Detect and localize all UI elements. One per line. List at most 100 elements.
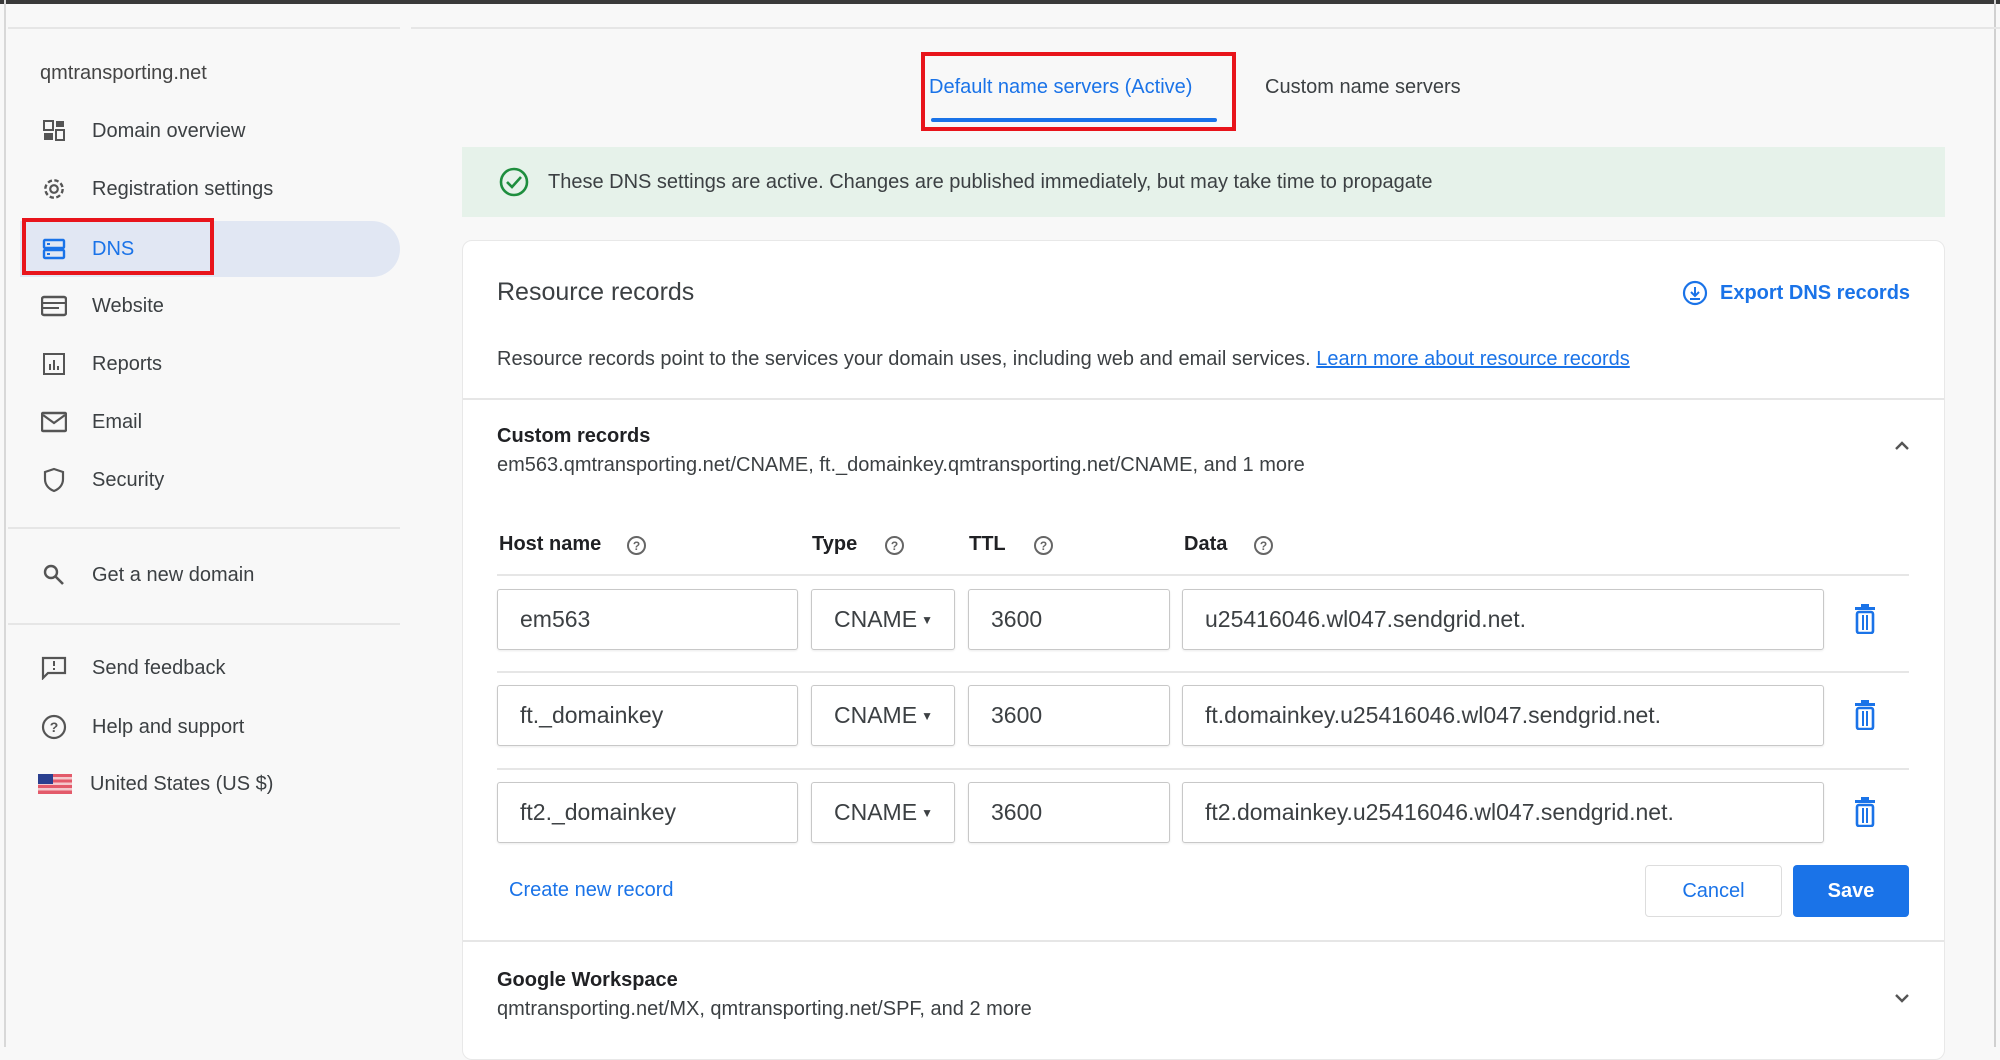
status-banner: These DNS settings are active. Changes a… (462, 147, 1945, 217)
trash-icon[interactable] (1853, 700, 1877, 735)
sidebar-item-label: Domain overview (92, 119, 246, 142)
download-icon (1682, 280, 1708, 306)
help-icon[interactable]: ? (885, 536, 904, 555)
sidebar-item-label: Website (92, 294, 164, 317)
sidebar-divider (8, 623, 400, 625)
header-divider (497, 574, 1909, 576)
domain-name: qmtransporting.net (40, 62, 207, 84)
ttl-input[interactable]: 3600 (968, 589, 1170, 650)
check-circle-icon (498, 166, 530, 198)
feedback-icon (40, 654, 68, 682)
host-value: em563 (520, 606, 591, 632)
region-selector[interactable]: United States (US $) (20, 756, 400, 812)
export-dns-records-button[interactable]: Export DNS records (1682, 280, 1910, 306)
sidebar-item-label: Send feedback (92, 656, 226, 679)
google-workspace-summary: qmtransporting.net/MX, qmtransporting.ne… (497, 998, 1032, 1020)
ttl-value: 3600 (991, 799, 1043, 825)
ttl-input[interactable]: 3600 (968, 685, 1170, 746)
host-name-input[interactable]: ft._domainkey (497, 685, 798, 746)
header-ttl: TTL (969, 533, 1006, 555)
sidebar-item-label: Email (92, 410, 143, 433)
data-value: ft2.domainkey.u25416046.wl047.sendgrid.n… (1205, 799, 1674, 825)
website-icon (40, 292, 68, 320)
data-input[interactable]: ft2.domainkey.u25416046.wl047.sendgrid.n… (1182, 782, 1824, 843)
sidebar-item-label: Security (92, 468, 165, 491)
google-workspace-title: Google Workspace (497, 969, 678, 991)
help-icon[interactable]: ? (627, 536, 646, 555)
sidebar-item-label: Registration settings (92, 177, 274, 200)
highlight-box-dns (22, 218, 214, 275)
main-top-divider (411, 27, 2000, 29)
sidebar-item-label: Help and support (92, 715, 245, 738)
host-name-input[interactable]: em563 (497, 589, 798, 650)
dropdown-arrow-icon: ▼ (921, 708, 933, 723)
chevron-up-icon[interactable] (1892, 436, 1912, 461)
sidebar-item-registration-settings[interactable]: Registration settings (20, 161, 400, 217)
tab-custom-name-servers[interactable]: Custom name servers (1265, 76, 1461, 99)
host-value: ft._domainkey (520, 702, 664, 728)
sidebar-item-website[interactable]: Website (20, 278, 400, 334)
dashboard-icon (40, 117, 68, 145)
sidebar-item-label: United States (US $) (90, 772, 274, 795)
chevron-down-icon[interactable] (1892, 988, 1912, 1013)
chart-icon (40, 350, 68, 378)
data-value: u25416046.wl047.sendgrid.net. (1205, 606, 1526, 632)
resource-description: Resource records point to the services y… (497, 348, 1630, 371)
sidebar-item-reports[interactable]: Reports (20, 336, 400, 392)
export-label: Export DNS records (1720, 281, 1911, 304)
send-feedback-link[interactable]: Send feedback (20, 640, 400, 696)
search-icon (40, 561, 68, 589)
get-new-domain-link[interactable]: Get a new domain (20, 547, 400, 603)
custom-records-title: Custom records (497, 425, 651, 447)
sidebar-item-label: Reports (92, 352, 163, 375)
create-new-record-button[interactable]: Create new record (509, 879, 674, 902)
highlight-box-default-tab (921, 52, 1236, 131)
help-icon[interactable]: ? (1034, 536, 1053, 555)
type-value: CNAME (834, 702, 918, 728)
data-value: ft.domainkey.u25416046.wl047.sendgrid.ne… (1205, 702, 1662, 728)
header-type: Type (812, 533, 858, 555)
ttl-input[interactable]: 3600 (968, 782, 1170, 843)
svg-text:?: ? (50, 719, 59, 735)
host-name-input[interactable]: ft2._domainkey (497, 782, 798, 843)
save-button[interactable]: Save (1793, 865, 1909, 917)
trash-icon[interactable] (1853, 604, 1877, 639)
dropdown-arrow-icon: ▼ (921, 805, 933, 820)
ttl-value: 3600 (991, 606, 1043, 632)
help-support-link[interactable]: ? Help and support (20, 699, 400, 755)
dropdown-arrow-icon: ▼ (921, 612, 933, 627)
sidebar-item-domain-overview[interactable]: Domain overview (20, 103, 400, 159)
card-divider (463, 940, 1944, 942)
custom-records-summary: em563.qmtransporting.net/CNAME, ft._doma… (497, 454, 1305, 476)
sidebar-top-divider (8, 27, 400, 29)
header-host-name: Host name (499, 533, 602, 555)
host-value: ft2._domainkey (520, 799, 676, 825)
cancel-button[interactable]: Cancel (1645, 865, 1782, 917)
header-data: Data (1184, 533, 1228, 555)
gear-icon (40, 175, 68, 203)
card-divider (463, 398, 1944, 400)
help-icon[interactable]: ? (1254, 536, 1273, 555)
resource-records-title: Resource records (497, 278, 695, 306)
type-select[interactable]: CNAME ▼ (811, 782, 955, 843)
us-flag-icon (38, 770, 72, 798)
data-input[interactable]: u25416046.wl047.sendgrid.net. (1182, 589, 1824, 650)
left-border (4, 0, 6, 1047)
sidebar-item-security[interactable]: Security (20, 452, 400, 508)
learn-more-link[interactable]: Learn more about resource records (1316, 348, 1630, 370)
description-text: Resource records point to the services y… (497, 348, 1311, 370)
row-divider (497, 671, 1909, 673)
mail-icon (40, 408, 68, 436)
shield-icon (40, 466, 68, 494)
banner-text: These DNS settings are active. Changes a… (548, 170, 1433, 193)
window-top-bar (0, 0, 2000, 4)
help-icon: ? (40, 713, 68, 741)
sidebar-divider (8, 527, 400, 529)
trash-icon[interactable] (1853, 797, 1877, 832)
row-divider (497, 768, 1909, 770)
data-input[interactable]: ft.domainkey.u25416046.wl047.sendgrid.ne… (1182, 685, 1824, 746)
right-border (1994, 0, 1996, 1047)
type-select[interactable]: CNAME ▼ (811, 589, 955, 650)
sidebar-item-email[interactable]: Email (20, 394, 400, 450)
type-select[interactable]: CNAME ▼ (811, 685, 955, 746)
